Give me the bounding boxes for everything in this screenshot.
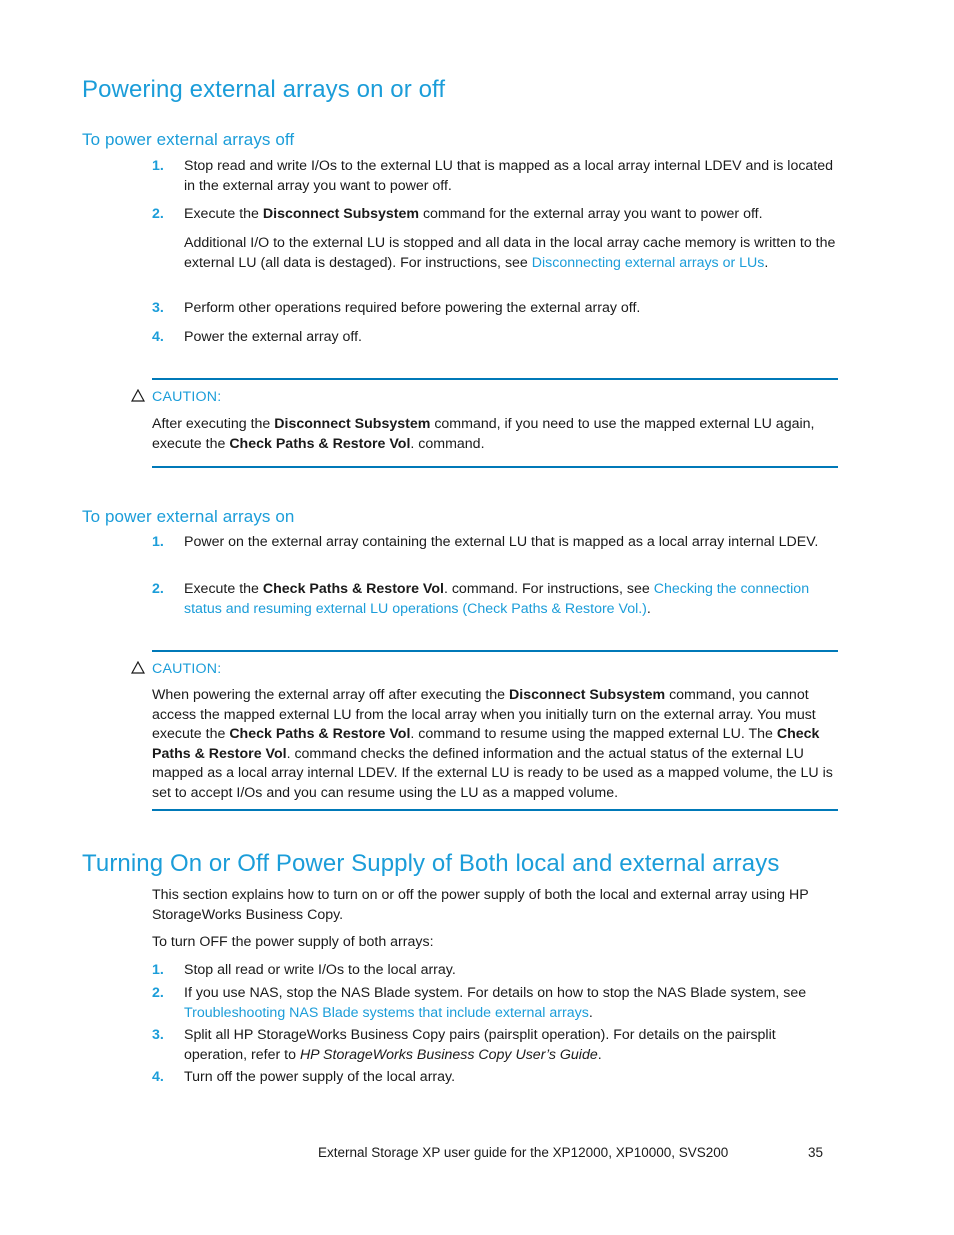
list-text: Execute the xyxy=(184,581,263,597)
page-title: Powering external arrays on or off xyxy=(82,76,446,103)
list-number: 3. xyxy=(152,1027,164,1043)
list-number: 2. xyxy=(152,985,164,1001)
list-text-b: . xyxy=(597,1046,602,1063)
list-number: 4. xyxy=(152,329,164,345)
caution-text-c: . command. xyxy=(410,435,485,452)
command-name: Check Paths & Restore Vol xyxy=(229,435,411,452)
lead-in-paragraph: To turn OFF the power supply of both arr… xyxy=(152,934,434,950)
section-title-power-supply: Turning On or Off Power Supply of Both l… xyxy=(82,850,780,877)
caution-label: CAUTION: xyxy=(152,661,222,677)
caution-text-c: . command to resume using the mapped ext… xyxy=(410,726,777,742)
list-text-c: . xyxy=(646,600,651,617)
warning-triangle-icon xyxy=(131,661,145,675)
list-item: 2. If you use NAS, stop the NAS Blade sy… xyxy=(152,984,840,1023)
footer-title: External Storage XP user guide for the X… xyxy=(318,1145,729,1160)
list-text: Perform other operations required before… xyxy=(184,300,641,316)
document-page: Powering external arrays on or off To po… xyxy=(0,0,954,1235)
list-item: 4. Turn off the power supply of the loca… xyxy=(152,1068,840,1088)
list-text: Stop all read or write I/Os to the local… xyxy=(184,962,456,978)
caution-bottom-rule xyxy=(152,466,838,468)
list-text-b: . xyxy=(588,1004,593,1021)
continuation-text-end: . xyxy=(764,254,769,271)
list-item: 2. Execute the Check Paths & Restore Vol… xyxy=(152,580,840,619)
list-number: 4. xyxy=(152,1069,164,1085)
command-name: Disconnect Subsystem xyxy=(509,687,666,703)
page-number: 35 xyxy=(808,1145,824,1160)
guide-title: HP StorageWorks Business Copy User’s Gui… xyxy=(299,1046,598,1063)
caution-text-a: When powering the external array off aft… xyxy=(152,687,509,703)
subheading-power-off: To power external arrays off xyxy=(82,130,295,149)
caution-top-rule xyxy=(152,650,838,652)
list-number: 2. xyxy=(152,206,164,222)
command-name: Check Paths & Restore Vol xyxy=(262,581,444,597)
list-item: 2. Execute the Disconnect Subsystem comm… xyxy=(152,205,840,225)
caution-text: When powering the external array off aft… xyxy=(152,686,840,803)
list-number: 3. xyxy=(152,300,164,316)
list-item: 3. Split all HP StorageWorks Business Co… xyxy=(152,1026,840,1065)
subheading-power-on: To power external arrays on xyxy=(82,507,295,526)
list-number: 2. xyxy=(152,581,164,597)
list-number: 1. xyxy=(152,158,164,174)
caution-label: CAUTION: xyxy=(152,389,222,405)
cross-reference-link[interactable]: Disconnecting external arrays or LUs xyxy=(532,255,765,271)
list-text-b: . command. For instructions, see xyxy=(443,581,654,597)
cross-reference-link[interactable]: Troubleshooting NAS Blade systems that i… xyxy=(184,1005,589,1021)
warning-triangle-icon xyxy=(131,389,145,403)
command-name: Check Paths & Restore Vol xyxy=(229,726,411,742)
list-text: Power on the external array containing t… xyxy=(184,534,819,550)
list-text: Power the external array off. xyxy=(184,329,362,345)
command-name: Disconnect Subsystem xyxy=(262,206,419,222)
caution-text-a: After executing the xyxy=(152,416,275,432)
list-number: 1. xyxy=(152,962,164,978)
list-text-cont: command for the external array you want … xyxy=(419,206,763,222)
caution-top-rule xyxy=(152,378,838,380)
list-item: 1. Power on the external array containin… xyxy=(152,533,840,553)
list-item: 3. Perform other operations required bef… xyxy=(152,299,840,319)
caution-text: After executing the Disconnect Subsystem… xyxy=(152,415,840,454)
list-text: If you use NAS, stop the NAS Blade syste… xyxy=(184,985,807,1001)
caution-bottom-rule xyxy=(152,809,838,811)
intro-paragraph: This section explains how to turn on or … xyxy=(152,887,809,923)
list-item: 4. Power the external array off. xyxy=(152,328,840,348)
list-text: Execute the xyxy=(184,206,263,222)
list-item: 1. Stop read and write I/Os to the exter… xyxy=(152,157,840,196)
list-text: Turn off the power supply of the local a… xyxy=(184,1069,456,1085)
list-text: Stop read and write I/Os to the external… xyxy=(184,158,834,194)
command-name: Disconnect Subsystem xyxy=(274,416,431,432)
list-item: 1. Stop all read or write I/Os to the lo… xyxy=(152,961,840,981)
list-number: 1. xyxy=(152,534,164,550)
list-item-continuation: Additional I/O to the external LU is sto… xyxy=(184,234,840,273)
